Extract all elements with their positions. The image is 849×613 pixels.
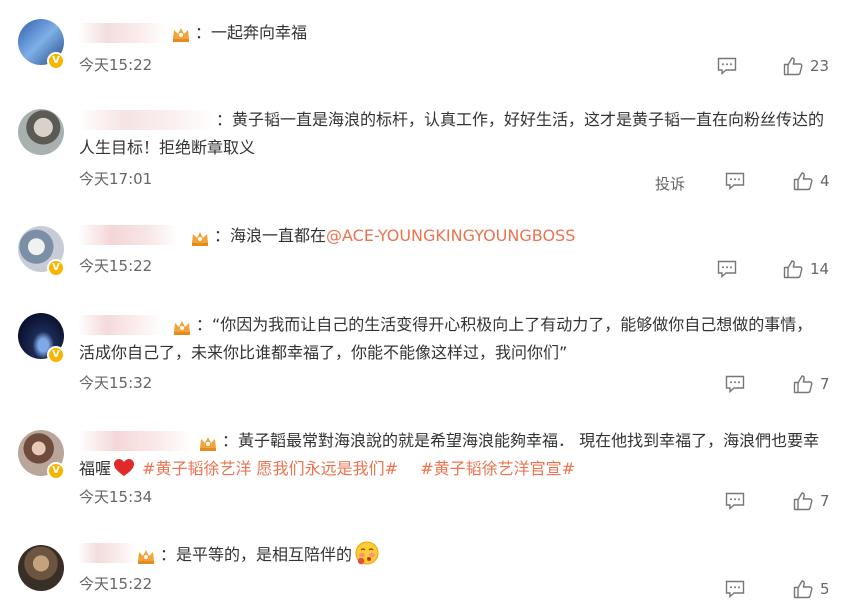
comment-time: 今天15:22	[79, 56, 153, 74]
like-count: 23	[810, 57, 830, 75]
verified-badge-icon: V	[47, 259, 65, 277]
comment-text-continued: 福喔 #黄子韬徐艺洋 愿我们永远是我们# #黄子韬徐艺洋官宣#	[79, 455, 575, 483]
crown-icon	[174, 321, 190, 335]
like-count: 14	[810, 260, 830, 278]
like-count: 4	[820, 172, 830, 190]
comment-text: ：黃子韜最常對海浪說的就是希望海浪能夠幸福． 現在他找到幸福了，海浪們也要幸	[222, 431, 820, 450]
comment-icon[interactable]	[717, 57, 737, 75]
report-button[interactable]: 投诉	[655, 173, 685, 194]
username[interactable]	[78, 23, 166, 43]
verified-badge-icon: V	[47, 462, 65, 480]
topic-link[interactable]: #黄子韬徐艺洋 愿我们永远是我们#	[142, 459, 398, 478]
crown-icon	[200, 437, 216, 451]
crown-icon	[192, 232, 208, 246]
thumbs-up-icon[interactable]	[793, 491, 813, 511]
like-count: 7	[820, 492, 830, 510]
comment-time: 今天15:34	[79, 488, 153, 506]
comment-icon[interactable]	[725, 172, 745, 190]
thumbs-up-icon[interactable]	[783, 259, 803, 279]
comment-time: 今天15:22	[79, 575, 153, 593]
verified-badge-icon: V	[47, 346, 65, 364]
comment-text-prefix: ：海浪一直都在	[214, 226, 327, 245]
topic-link[interactable]: #黄子韬徐艺洋官宣#	[420, 459, 575, 478]
username[interactable]	[78, 431, 193, 451]
crown-icon	[173, 28, 189, 42]
comment-time: 今天17:01	[79, 170, 153, 188]
like-count: 5	[820, 580, 830, 598]
comment-text: ：黄子韬一直是海浪的标杆，认真工作，好好生活，这才是黄子韬一直在向粉丝传达的	[216, 110, 825, 129]
comment-icon[interactable]	[717, 260, 737, 278]
comment-text: ：海浪一直都在@ACE-YOUNGKINGYOUNGBOSS	[214, 222, 575, 250]
blush-emoji-icon	[355, 541, 379, 565]
comment-text: ：一起奔向幸福	[195, 23, 308, 42]
avatar[interactable]	[18, 545, 64, 591]
username[interactable]	[78, 110, 216, 130]
thumbs-up-icon[interactable]	[783, 56, 803, 76]
username[interactable]	[78, 225, 178, 245]
verified-badge-icon: V	[47, 52, 65, 70]
comment-icon[interactable]	[725, 580, 745, 598]
comment-text-continued: 人生目标！拒绝断章取义	[79, 138, 256, 157]
comment-text-prefix: 福喔	[79, 459, 112, 478]
thumbs-up-icon[interactable]	[793, 171, 813, 191]
comment-text-prefix: ：是平等的，是相互陪伴的	[160, 545, 353, 564]
comment-time: 今天15:32	[79, 374, 153, 392]
thumbs-up-icon[interactable]	[793, 374, 813, 394]
username[interactable]	[78, 315, 163, 335]
comment-text: ：是平等的，是相互陪伴的	[160, 540, 380, 569]
username[interactable]	[78, 543, 136, 563]
heart-icon	[114, 459, 135, 476]
like-count: 7	[820, 375, 830, 393]
comment-icon[interactable]	[725, 375, 745, 393]
comment-time: 今天15:22	[79, 257, 153, 275]
crown-icon	[138, 550, 154, 564]
comment-text: ：“你因为我而让自己的生活变得开心积极向上了有动力了，能够做你自己想做的事情，	[196, 315, 813, 334]
comment-icon[interactable]	[725, 492, 745, 510]
avatar[interactable]	[18, 109, 64, 155]
user-mention-link[interactable]: @ACE-YOUNGKINGYOUNGBOSS	[326, 226, 575, 245]
comment-text-continued: 活成你自己了，未来你比谁都幸福了，你能不能像这样过，我问你们”	[79, 343, 568, 362]
thumbs-up-icon[interactable]	[793, 579, 813, 599]
